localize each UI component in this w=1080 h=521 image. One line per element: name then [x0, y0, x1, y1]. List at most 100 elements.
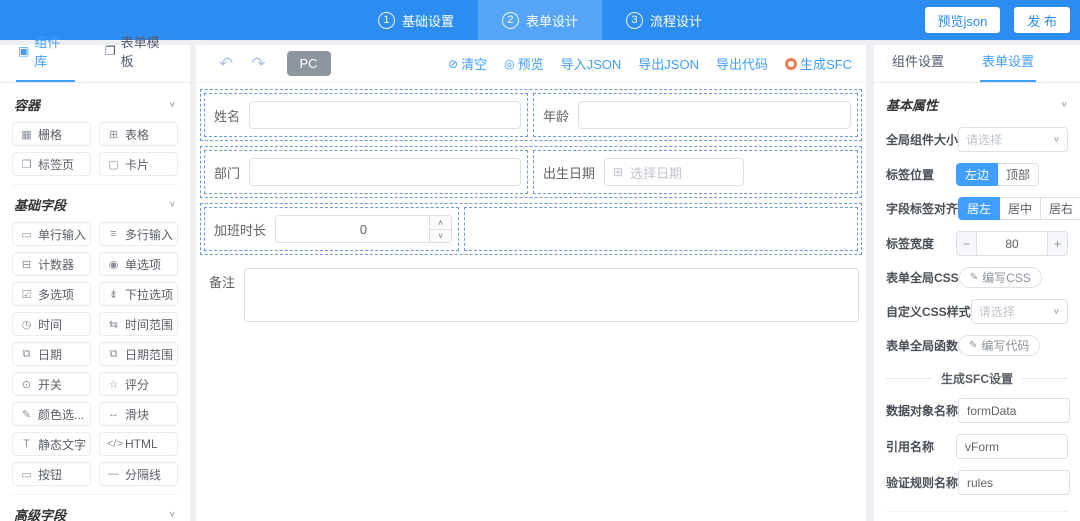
widget-grid[interactable]: ▦ 栅格 — [12, 122, 91, 146]
widget-static-text[interactable]: T 静态文字 — [12, 432, 91, 456]
grid-cell-overtime[interactable]: 加班时长 0 ∧ ∨ — [204, 207, 460, 251]
widget-divider[interactable]: — 分隔线 — [99, 462, 178, 486]
increase-icon[interactable]: + — [1047, 232, 1067, 255]
label-position-top-option[interactable]: 顶部 — [998, 163, 1040, 186]
publish-button[interactable]: 发 布 — [1014, 7, 1070, 33]
widget-card-label: 卡片 — [125, 157, 150, 172]
widget-button[interactable]: ▭ 按钮 — [12, 462, 91, 486]
grid-cell-name[interactable]: 姓名 — [204, 93, 528, 137]
grid-cell-empty[interactable] — [464, 207, 858, 251]
generate-sfc-button[interactable]: 生成SFC — [784, 54, 852, 73]
label-align-left-option[interactable]: 居左 — [958, 197, 1001, 220]
widget-multi-line-input[interactable]: ≡ 多行输入 — [99, 222, 178, 246]
global-size-select[interactable]: 请选择 ∨ — [958, 127, 1068, 152]
spinner-up-icon[interactable]: ∧ — [430, 216, 452, 230]
widget-table[interactable]: ⊞ 表格 — [99, 122, 178, 146]
widget-html[interactable]: </> HTML — [99, 432, 178, 456]
tab-component-settings-label: 组件设置 — [892, 54, 945, 69]
widget-select[interactable]: ⇟ 下拉选项 — [99, 282, 178, 306]
spinner-down-icon[interactable]: ∨ — [430, 229, 452, 242]
decrease-icon[interactable]: − — [957, 232, 977, 255]
label-align-right-option[interactable]: 居右 — [1041, 197, 1080, 220]
tab-component-library[interactable]: ▣ 组件库 — [16, 32, 75, 82]
tab-form-templates[interactable]: ❐ 表单模板 — [103, 32, 174, 82]
edit-code-button[interactable]: ✎ 编写代码 — [958, 335, 1041, 356]
undo-icon[interactable]: ↶ — [210, 54, 242, 74]
toolbar-actions: ⊘ 清空 ◎ 预览 导入JSON 导出JSON 导出代码 生成SFC — [448, 54, 852, 73]
widget-single-line-input[interactable]: ▭ 单行输入 — [12, 222, 91, 246]
grid-cell-dept[interactable]: 部门 — [204, 150, 528, 194]
textarea-icon: ≡ — [110, 228, 117, 240]
custom-css-select[interactable]: 请选择 ∨ — [970, 299, 1068, 324]
import-json-label: 导入JSON — [560, 57, 622, 72]
widget-slider[interactable]: ↔ 滑块 — [99, 402, 178, 426]
widget-card[interactable]: ▢ 卡片 — [99, 152, 178, 176]
edit-css-button[interactable]: ✎ 编写CSS — [958, 267, 1042, 288]
grid-cell-birth-date[interactable]: 出生日期 ⊞ 选择日期 — [533, 150, 858, 194]
remark-field[interactable]: 备注 — [200, 260, 862, 322]
remark-field-label: 备注 — [209, 275, 236, 290]
preview-json-button[interactable]: 预览json — [924, 7, 1001, 33]
widget-tabs[interactable]: ❐ 标签页 — [12, 152, 91, 176]
custom-css-row: 自定义CSS样式 请选择 ∨ — [886, 299, 1068, 324]
age-input[interactable] — [578, 101, 851, 129]
widget-label: 计数器 — [38, 257, 75, 272]
rules-name-input[interactable] — [958, 470, 1071, 495]
input-icon: ▭ — [21, 228, 32, 241]
widget-checkbox[interactable]: ☑ 多选项 — [12, 282, 91, 306]
grid-container-row3[interactable]: 加班时长 0 ∧ ∨ — [200, 203, 862, 255]
slider-icon: ↔ — [108, 408, 119, 420]
section-advanced-fields-header[interactable]: 高级字段 ∨ — [12, 495, 178, 521]
sfc-settings-title: 生成SFC设置 — [941, 372, 1014, 386]
rules-name-row: 验证规则名称 — [886, 470, 1071, 495]
widget-rate[interactable]: ☆ 评分 — [99, 372, 178, 396]
birth-date-picker[interactable]: ⊞ 选择日期 — [604, 158, 745, 186]
checkbox-icon: ☑ — [21, 288, 32, 301]
redo-icon[interactable]: ↷ — [242, 54, 274, 74]
basic-props-header[interactable]: 基本属性 ∨ — [886, 83, 1068, 116]
label-width-value[interactable]: 80 — [977, 232, 1047, 255]
counter-icon: ⊟ — [21, 258, 32, 271]
step-3-number-icon: 3 — [626, 11, 643, 29]
pc-view-button[interactable]: PC — [286, 51, 331, 76]
label-position-left-option[interactable]: 左边 — [956, 163, 999, 186]
export-json-button[interactable]: 导出JSON — [638, 54, 699, 73]
remark-textarea[interactable] — [244, 268, 859, 322]
widget-date[interactable]: ⧉ 日期 — [12, 342, 91, 366]
clear-button[interactable]: ⊘ 清空 — [448, 54, 487, 73]
widget-color-picker[interactable]: ✎ 颜色选... — [12, 402, 91, 426]
step-basic-settings[interactable]: 1 基础设置 — [354, 0, 478, 40]
overtime-number-input[interactable]: 0 ∧ ∨ — [275, 215, 453, 243]
widget-label: 日期 — [38, 347, 63, 362]
dept-input[interactable] — [249, 158, 521, 186]
step-3-label: 流程设计 — [650, 13, 703, 29]
tab-form-templates-label: 表单模板 — [120, 35, 160, 69]
text-icon: T — [23, 438, 30, 450]
tab-component-settings[interactable]: 组件设置 — [890, 51, 946, 82]
widget-radio[interactable]: ◉ 单选项 — [99, 252, 178, 276]
import-json-button[interactable]: 导入JSON — [561, 54, 622, 73]
widget-time-range[interactable]: ⇆ 时间范围 — [99, 312, 178, 336]
label-width-label: 标签宽度 — [886, 237, 935, 251]
grid-container-row2[interactable]: 部门 出生日期 ⊞ 选择日期 — [200, 146, 862, 198]
data-object-name-input[interactable] — [958, 398, 1071, 423]
widget-date-range[interactable]: ⧉ 日期范围 — [99, 342, 178, 366]
widget-switch[interactable]: ⊙ 开关 — [12, 372, 91, 396]
form-canvas[interactable]: 姓名 年龄 部门 出生日期 ⊞ 选择日期 加班时长 0 ∧ ∨ 备注 — [196, 83, 866, 322]
section-containers-header[interactable]: 容器 ∨ — [12, 85, 178, 122]
label-align-center-option[interactable]: 居中 — [1000, 197, 1042, 220]
ref-name-input[interactable] — [956, 434, 1068, 459]
step-flow-design[interactable]: 3 流程设计 — [602, 0, 726, 40]
widget-time[interactable]: ◷ 时间 — [12, 312, 91, 336]
export-code-button[interactable]: 导出代码 — [716, 54, 768, 73]
name-input[interactable] — [249, 101, 521, 129]
grid-cell-age[interactable]: 年龄 — [533, 93, 858, 137]
preview-button[interactable]: ◎ 预览 — [504, 54, 544, 73]
grid-container-row1[interactable]: 姓名 年龄 — [200, 89, 862, 141]
step-form-design[interactable]: 2 表单设计 — [477, 0, 602, 40]
section-basic-fields-header[interactable]: 基础字段 ∨ — [12, 185, 178, 222]
step-2-label: 表单设计 — [525, 13, 578, 29]
widget-counter[interactable]: ⊟ 计数器 — [12, 252, 91, 276]
tab-form-settings[interactable]: 表单设置 — [980, 51, 1037, 82]
event-props-header[interactable]: 事件属性 ∨ — [886, 512, 1068, 521]
